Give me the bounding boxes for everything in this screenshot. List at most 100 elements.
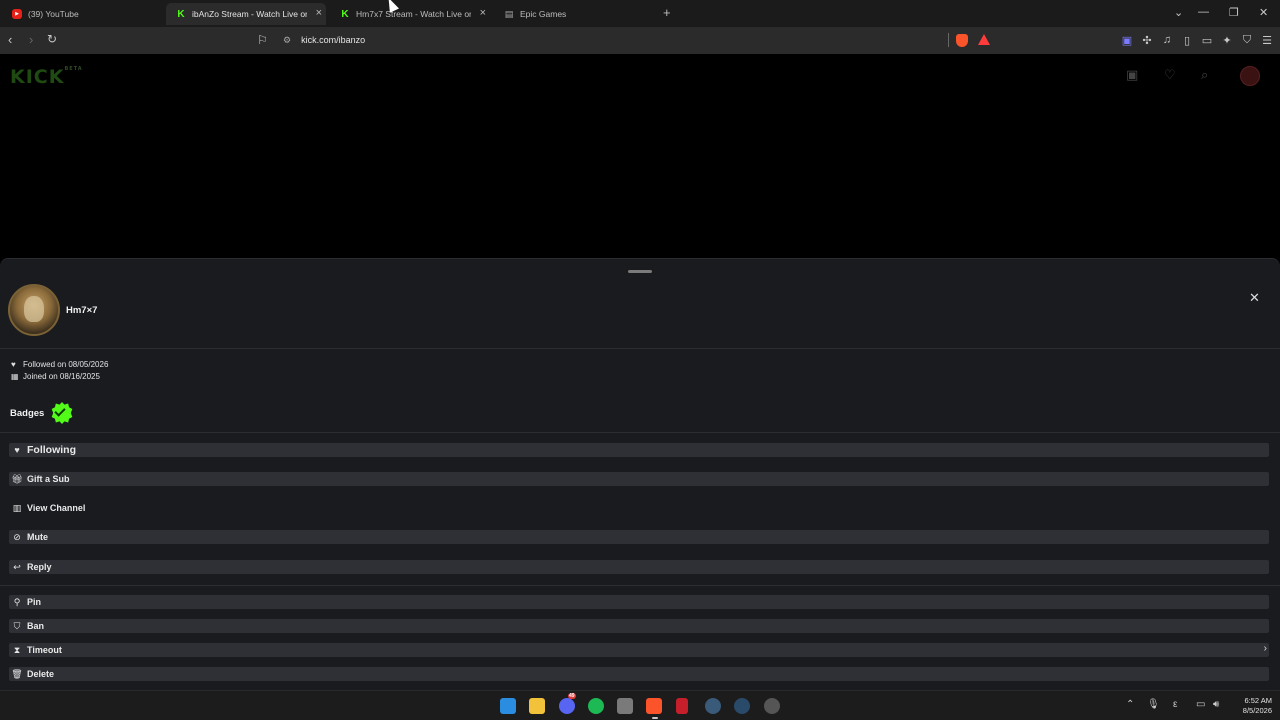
discord-icon[interactable]: 49 bbox=[559, 693, 576, 714]
username[interactable]: Hm7×7 bbox=[66, 305, 97, 316]
extensions-puzzle-icon[interactable]: ✣ bbox=[1141, 34, 1153, 47]
bookmark-icon[interactable]: ⚐ bbox=[257, 33, 268, 47]
joined-on: ▦ Joined on 08/16/2025 bbox=[11, 372, 100, 381]
timeout-button[interactable]: ⧗ Timeout › bbox=[9, 643, 1269, 657]
profile-avatar[interactable] bbox=[1240, 66, 1260, 86]
close-icon[interactable]: ✕ bbox=[1249, 290, 1260, 306]
view-channel-label: View Channel bbox=[27, 503, 86, 513]
tab-hm7x7[interactable]: K Hm7x7 Stream - Watch Live on Kick × bbox=[330, 3, 490, 25]
calendar-icon: ▦ bbox=[11, 372, 19, 381]
brave-shields-icon[interactable] bbox=[956, 34, 968, 47]
delete-button[interactable]: 🗑︎ Delete bbox=[9, 667, 1269, 681]
gift-box-icon[interactable]: ▣ bbox=[1126, 67, 1138, 83]
tab-title: Hm7x7 Stream - Watch Live on Kick bbox=[356, 9, 471, 19]
extension-icon[interactable]: ▣ bbox=[1121, 34, 1133, 47]
reload-button[interactable]: ↻ bbox=[47, 32, 57, 46]
view-channel-button[interactable]: ▥ View Channel bbox=[9, 501, 1269, 515]
forward-button[interactable]: › bbox=[29, 32, 33, 47]
network-icon[interactable]: ▭ bbox=[1196, 699, 1205, 710]
tab-youtube[interactable]: ▶ (39) YouTube bbox=[2, 3, 162, 25]
logo-text: KICK bbox=[10, 66, 65, 88]
followed-on-text: Followed on 08/05/2026 bbox=[23, 360, 109, 369]
restore-button[interactable]: ❐ bbox=[1229, 6, 1239, 19]
microphone-icon[interactable]: 🎙︎ bbox=[1147, 699, 1160, 710]
time: 6:52 AM bbox=[1244, 696, 1272, 705]
epic-games-icon: ▤ bbox=[504, 8, 514, 19]
language-icon[interactable]: ε bbox=[1173, 699, 1177, 710]
following-button[interactable]: ♥ Following bbox=[9, 443, 1269, 457]
joined-on-text: Joined on 08/16/2025 bbox=[23, 372, 100, 381]
tab-ibanzo[interactable]: K ibAnZo Stream - Watch Live on Kick × bbox=[166, 3, 326, 25]
mute-button[interactable]: ⊘ Mute bbox=[9, 530, 1269, 544]
brave-rewards-icon[interactable] bbox=[978, 34, 990, 45]
following-label: Following bbox=[27, 444, 76, 456]
timeout-label: Timeout bbox=[27, 645, 62, 655]
app-icon[interactable] bbox=[764, 698, 780, 714]
windows-start-icon[interactable] bbox=[500, 698, 516, 714]
heart-icon[interactable]: ♡ bbox=[1164, 67, 1176, 83]
close-window-button[interactable]: ✕ bbox=[1259, 6, 1268, 19]
clock[interactable]: 6:52 AM 8/5/2026 bbox=[1228, 696, 1272, 716]
new-tab-button[interactable]: + bbox=[663, 5, 671, 20]
tab-title: ibAnZo Stream - Watch Live on Kick bbox=[192, 9, 307, 19]
volume-icon[interactable]: 🔊︎ bbox=[1213, 699, 1219, 710]
minimize-button[interactable]: — bbox=[1198, 6, 1209, 18]
close-tab-icon[interactable]: × bbox=[316, 7, 322, 19]
vpn-icon[interactable]: ⛉ bbox=[1241, 34, 1253, 46]
file-explorer-icon[interactable] bbox=[529, 698, 545, 714]
tab-title: Epic Games bbox=[520, 9, 567, 19]
wallet-icon[interactable]: ▭ bbox=[1201, 34, 1213, 47]
spotify-icon[interactable] bbox=[588, 698, 604, 714]
media-icon[interactable]: ♫ bbox=[1161, 34, 1173, 46]
kick-logo[interactable]: KICKBETA bbox=[10, 66, 83, 88]
steam-icon[interactable] bbox=[734, 698, 750, 714]
heart-icon: ♥ bbox=[11, 360, 16, 369]
active-indicator bbox=[652, 717, 658, 719]
divider bbox=[0, 348, 1280, 349]
netflix-icon[interactable] bbox=[676, 698, 688, 714]
browser-toolbar: ‹ › ↻ ⚐ ⚙ kick.com/ibanzo ▣ ✣ ♫ ▯ ▭ ✦ ⛉ … bbox=[0, 27, 1280, 54]
site-header: KICKBETA ▣ ♡ ⌕ bbox=[0, 54, 1280, 94]
mute-label: Mute bbox=[27, 532, 48, 542]
channel-icon: ▥ bbox=[12, 502, 22, 513]
gift-sub-button[interactable]: 🎁︎ Gift a Sub bbox=[9, 472, 1269, 486]
back-button[interactable]: ‹ bbox=[8, 32, 12, 47]
logo-beta: BETA bbox=[64, 66, 83, 72]
ban-icon: ⛉ bbox=[13, 620, 21, 631]
taskbar: 49 ⌃ 🎙︎ ε ▭ 🔊︎ 6:52 AM 8/5/2026 bbox=[0, 690, 1280, 720]
tab-epic-games[interactable]: ▤ Epic Games bbox=[494, 3, 654, 25]
sidebar-icon[interactable]: ▯ bbox=[1181, 34, 1193, 47]
tab-title: (39) YouTube bbox=[28, 9, 79, 19]
delete-label: Delete bbox=[27, 669, 55, 679]
gift-sub-label: Gift a Sub bbox=[27, 474, 70, 484]
pin-icon: ⚲ bbox=[13, 596, 21, 607]
search-icon[interactable]: ⌕ bbox=[1201, 67, 1208, 83]
reply-icon: ↩ bbox=[13, 561, 21, 572]
pin-button[interactable]: ⚲ Pin bbox=[9, 595, 1269, 609]
divider bbox=[948, 33, 949, 47]
close-tab-icon[interactable]: × bbox=[480, 7, 486, 19]
steam-icon[interactable] bbox=[705, 698, 721, 714]
user-card-drawer: ✕ Hm7×7 ♥ Followed on 08/05/2026 ▦ Joine… bbox=[0, 258, 1280, 690]
brave-browser-icon[interactable] bbox=[646, 698, 662, 714]
drag-handle[interactable] bbox=[628, 270, 652, 273]
address-bar[interactable]: ⚙ kick.com/ibanzo bbox=[275, 30, 995, 50]
divider bbox=[0, 585, 1280, 586]
browser-tab-bar: ▶ (39) YouTube K ibAnZo Stream - Watch L… bbox=[0, 0, 1280, 27]
leo-ai-icon[interactable]: ✦ bbox=[1221, 34, 1233, 47]
url-text[interactable]: kick.com/ibanzo bbox=[301, 35, 365, 45]
date: 8/5/2026 bbox=[1242, 706, 1272, 715]
tab-search-dropdown-icon[interactable]: ⌄ bbox=[1174, 6, 1183, 19]
kick-icon: K bbox=[177, 8, 185, 20]
site-info-icon[interactable]: ⚙ bbox=[283, 35, 291, 46]
tray-expand-icon[interactable]: ⌃ bbox=[1126, 699, 1134, 710]
menu-icon[interactable]: ☰ bbox=[1261, 34, 1273, 47]
store-icon[interactable] bbox=[617, 698, 633, 714]
mute-icon: ⊘ bbox=[13, 531, 21, 542]
ban-button[interactable]: ⛉ Ban bbox=[9, 619, 1269, 633]
verified-badge-icon bbox=[51, 402, 73, 424]
heart-icon: ♥ bbox=[14, 445, 20, 455]
reply-button[interactable]: ↩ Reply bbox=[9, 560, 1269, 574]
divider bbox=[0, 432, 1280, 433]
kick-icon: K bbox=[341, 8, 349, 20]
